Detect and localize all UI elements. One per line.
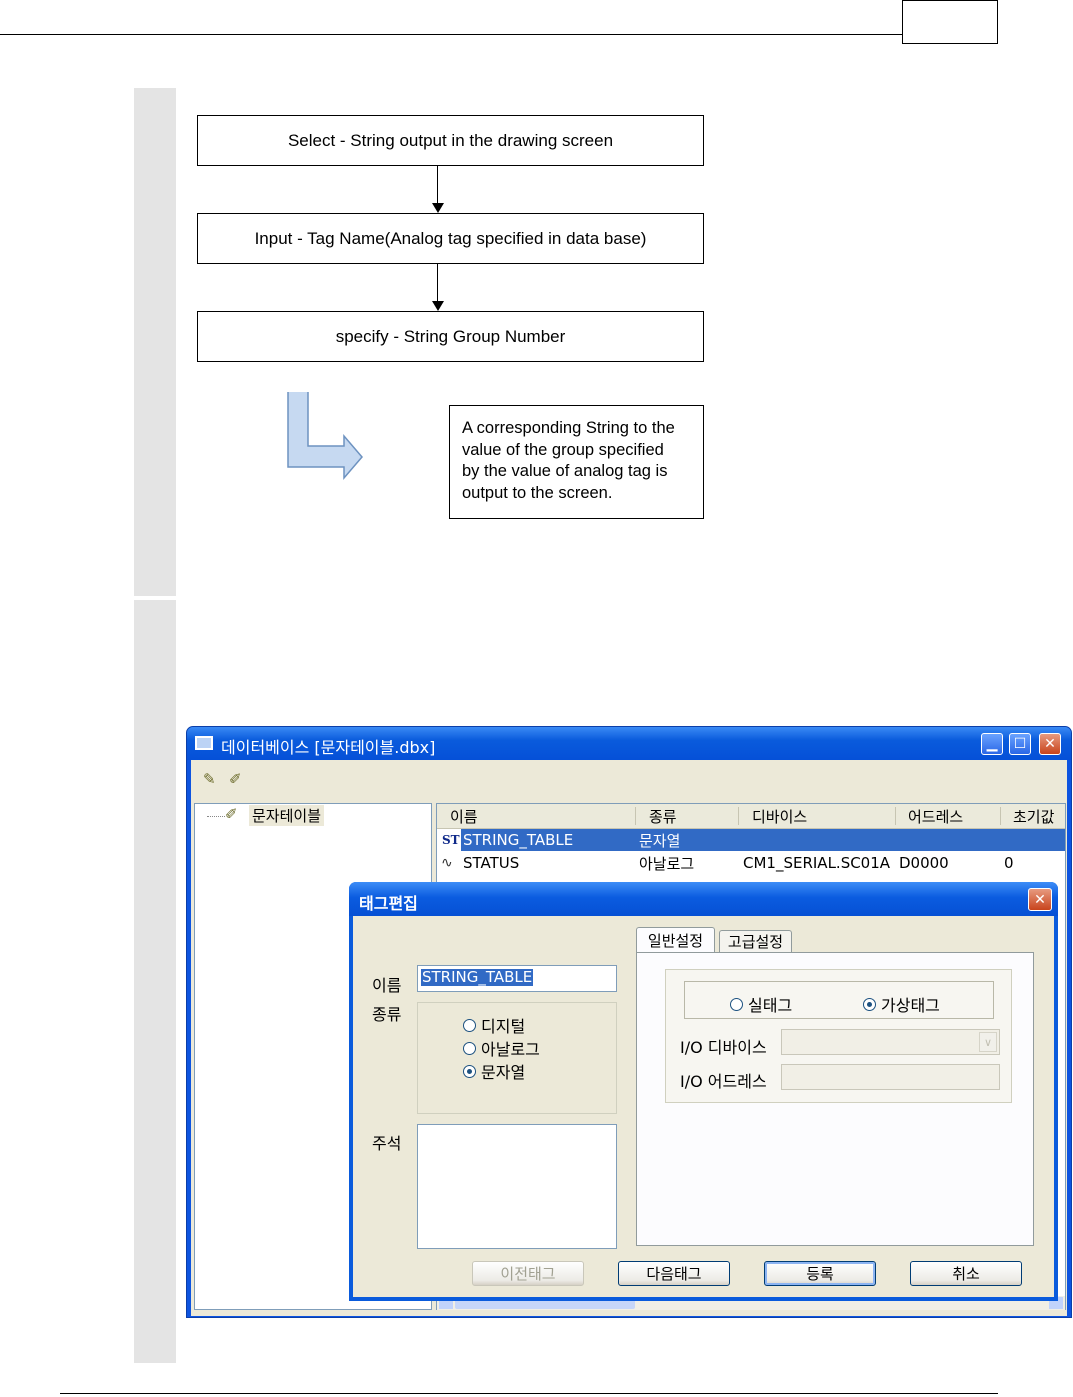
flow-arrow-line-2	[437, 264, 438, 302]
tag-edit-dialog: 태그편집 ✕ 이름 STRING_TABLE 종류 디지털 아날로그 문자열 주…	[349, 882, 1058, 1301]
type-label: 종류	[372, 1005, 402, 1024]
close-button[interactable]: ✕	[1039, 733, 1061, 755]
tab-advanced[interactable]: 고급설정	[719, 930, 792, 952]
note-line: by the value of analog tag is	[462, 462, 668, 480]
cell-name: STRING_TABLE	[463, 831, 574, 849]
minimize-button[interactable]: ▁	[981, 733, 1003, 755]
io-address-label: I/O 어드레스	[680, 1072, 767, 1091]
window-titlebar[interactable]: 데이터베이스 [문자테이블.dbx] ▁ ☐ ✕	[187, 727, 1071, 760]
cancel-button[interactable]: 취소	[910, 1261, 1022, 1286]
dialog-client: 이름 STRING_TABLE 종류 디지털 아날로그 문자열 주석 일반설정 …	[353, 916, 1054, 1297]
margin-column-top	[134, 88, 176, 596]
next-tag-button[interactable]: 다음태그	[618, 1261, 730, 1286]
radio-icon	[463, 1041, 476, 1055]
column-header-initial[interactable]: 초기값	[1013, 806, 1054, 827]
column-header-type[interactable]: 종류	[649, 806, 677, 827]
flow-result-note: A corresponding String to the value of t…	[449, 405, 704, 519]
page-number-box	[902, 0, 998, 44]
tag-kind-label: 가상태그	[881, 996, 940, 1015]
add-tag-icon[interactable]: ✎	[203, 770, 216, 788]
dialog-close-button[interactable]: ✕	[1028, 888, 1052, 911]
radio-icon	[463, 1018, 476, 1032]
tag-kind-real[interactable]: 실태그	[730, 992, 792, 1016]
type-option-label: 문자열	[481, 1063, 526, 1082]
flow-step-specify: specify - String Group Number	[197, 311, 704, 362]
flow-arrow-head-2	[432, 301, 444, 311]
io-address-field[interactable]	[781, 1064, 1000, 1090]
tag-kind-label: 실태그	[748, 996, 793, 1015]
tab-panel: 실태그 가상태그 I/O 디바이스 ∨ I/O 어드레스	[636, 952, 1034, 1246]
column-divider	[1000, 807, 1001, 825]
tag-folder-icon: ✐	[225, 805, 238, 823]
column-divider	[738, 807, 739, 825]
type-group: 디지털 아날로그 문자열	[417, 1002, 617, 1114]
note-line: A corresponding String to the	[462, 419, 675, 437]
io-device-select[interactable]: ∨	[781, 1029, 1000, 1055]
margin-column-bottom	[134, 600, 176, 1363]
cell-initial: 0	[1004, 854, 1014, 872]
table-row[interactable]: ∿ STATUS 아날로그 CM1_SERIAL.SC01A D0000 0	[437, 852, 1065, 874]
io-group: 실태그 가상태그 I/O 디바이스 ∨ I/O 어드레스	[665, 969, 1012, 1103]
type-option-analog[interactable]: 아날로그	[463, 1036, 540, 1060]
string-tag-icon: ST	[442, 833, 460, 847]
type-option-string[interactable]: 문자열	[463, 1059, 525, 1083]
io-device-label: I/O 디바이스	[680, 1038, 767, 1057]
type-option-label: 아날로그	[481, 1040, 540, 1059]
radio-icon	[730, 997, 743, 1011]
cell-type: 아날로그	[639, 854, 695, 873]
tab-general[interactable]: 일반설정	[636, 927, 715, 952]
cell-name: STATUS	[463, 854, 520, 872]
flow-arrow-line-1	[437, 166, 438, 204]
type-option-label: 디지털	[481, 1017, 526, 1036]
column-divider	[895, 807, 896, 825]
note-line: output to the screen.	[462, 483, 613, 502]
cell-type: 문자열	[639, 831, 681, 850]
tag-kind-virtual[interactable]: 가상태그	[863, 992, 940, 1016]
note-line: value of the group specified	[462, 440, 664, 459]
name-label: 이름	[372, 976, 402, 995]
tag-kind-group: 실태그 가상태그	[684, 981, 994, 1019]
name-field-value: STRING_TABLE	[421, 968, 534, 986]
analog-tag-icon: ∿	[441, 855, 453, 871]
flow-step-input: Input - Tag Name(Analog tag specified in…	[197, 213, 704, 264]
table-row[interactable]: ST STRING_TABLE 문자열	[437, 829, 1065, 851]
tree-root-item[interactable]: 문자테이블	[249, 805, 325, 826]
prev-tag-button[interactable]: 이전태그	[472, 1261, 584, 1286]
cell-address: D0000	[899, 854, 949, 872]
list-header: 이름 종류 디바이스 어드레스 초기값	[437, 804, 1065, 829]
flow-arrow-head-1	[432, 203, 444, 213]
comment-field[interactable]	[417, 1124, 617, 1249]
radio-selected-icon	[863, 997, 876, 1011]
dialog-title: 태그편집	[359, 894, 418, 913]
column-header-device[interactable]: 디바이스	[752, 806, 807, 827]
maximize-button[interactable]: ☐	[1009, 733, 1031, 755]
column-header-name[interactable]: 이름	[450, 806, 478, 827]
dialog-titlebar[interactable]: 태그편집 ✕	[349, 882, 1058, 916]
register-button[interactable]: 등록	[764, 1261, 876, 1286]
chevron-down-icon[interactable]: ∨	[979, 1032, 997, 1052]
comment-label: 주석	[372, 1134, 402, 1153]
edit-tag-icon[interactable]: ✐	[229, 770, 242, 788]
footer-rule	[60, 1393, 998, 1394]
flow-step-select: Select - String output in the drawing sc…	[197, 115, 704, 166]
window-app-icon	[195, 736, 213, 750]
name-field[interactable]: STRING_TABLE	[417, 965, 617, 992]
radio-selected-icon	[463, 1064, 476, 1078]
cell-device: CM1_SERIAL.SC01A	[743, 854, 891, 872]
bent-arrow-icon	[287, 392, 363, 481]
column-divider	[635, 807, 636, 825]
header-rule	[0, 34, 904, 35]
tree-connector	[207, 816, 225, 817]
window-title: 데이터베이스 [문자테이블.dbx]	[221, 738, 436, 757]
column-header-address[interactable]: 어드레스	[908, 806, 963, 827]
type-option-digital[interactable]: 디지털	[463, 1013, 525, 1037]
